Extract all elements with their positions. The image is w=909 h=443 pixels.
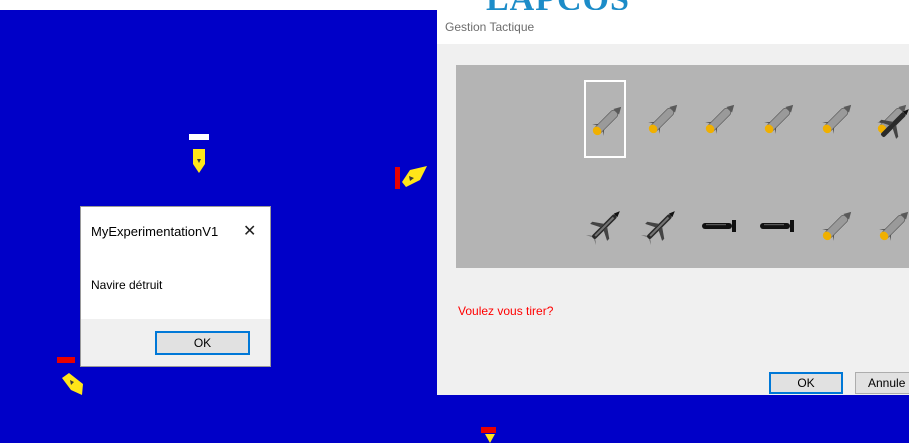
top-strip bbox=[0, 0, 909, 10]
message-dialog: MyExperimentationV1 ✕ Navire détruit OK bbox=[80, 206, 271, 367]
cruise-missile-icon bbox=[585, 211, 620, 246]
ship-icon[interactable] bbox=[61, 372, 85, 396]
ship-icon[interactable] bbox=[484, 434, 496, 443]
weapon-slot[interactable] bbox=[816, 80, 858, 158]
missile-icon bbox=[764, 104, 794, 134]
missile-icon bbox=[648, 104, 678, 134]
fire-ok-button[interactable]: OK bbox=[769, 372, 843, 394]
tactical-window: Gestion Tactique Voulez vous tirer? OK A… bbox=[437, 10, 909, 395]
missile-icon bbox=[592, 106, 622, 136]
weapon-slot[interactable] bbox=[700, 187, 742, 265]
weapon-slot[interactable] bbox=[584, 80, 626, 158]
cruise-missile-icon bbox=[879, 109, 909, 139]
weapons-panel bbox=[456, 65, 909, 268]
health-bar bbox=[57, 357, 75, 363]
missile-icon bbox=[822, 211, 852, 241]
weapon-slot[interactable] bbox=[639, 187, 681, 265]
ship-icon[interactable] bbox=[400, 166, 428, 188]
dialog-title: MyExperimentationV1 bbox=[91, 224, 219, 239]
torpedo-icon bbox=[702, 220, 736, 232]
weapon-slot[interactable] bbox=[873, 187, 909, 265]
tactical-window-titlebar: Gestion Tactique bbox=[437, 10, 909, 44]
health-bar bbox=[481, 427, 496, 433]
health-bar bbox=[189, 134, 209, 140]
cruise-missile-icon bbox=[640, 211, 675, 246]
torpedo-icon bbox=[760, 220, 794, 232]
close-icon[interactable]: ✕ bbox=[243, 221, 256, 241]
missile-icon bbox=[822, 104, 852, 134]
weapon-slot[interactable] bbox=[584, 187, 626, 265]
missile-icon bbox=[705, 104, 735, 134]
dialog-ok-button[interactable]: OK bbox=[155, 331, 250, 355]
fire-cancel-button[interactable]: Annule bbox=[855, 372, 909, 394]
weapon-slot[interactable] bbox=[758, 80, 800, 158]
weapon-slot[interactable] bbox=[758, 187, 800, 265]
fire-question: Voulez vous tirer? bbox=[458, 304, 554, 318]
weapon-slot[interactable] bbox=[642, 80, 684, 158]
dialog-footer: OK bbox=[81, 319, 270, 366]
missile-icon bbox=[879, 211, 909, 241]
ship-icon[interactable] bbox=[192, 148, 206, 174]
dialog-message: Navire détruit bbox=[91, 278, 163, 292]
weapon-slot[interactable] bbox=[699, 80, 741, 158]
tactical-window-title: Gestion Tactique bbox=[445, 20, 535, 34]
weapon-slot[interactable] bbox=[816, 187, 858, 265]
